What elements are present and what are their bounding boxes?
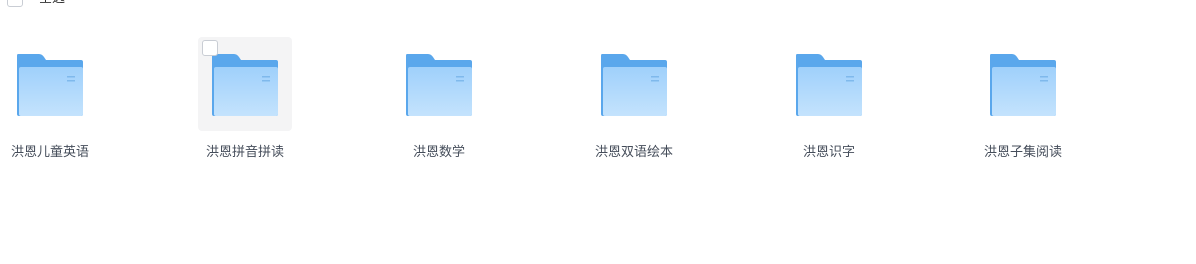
folder-checkbox[interactable] [202, 40, 218, 56]
folder-item[interactable]: 洪恩拼音拼读 [198, 37, 292, 167]
file-browser: 全选 洪恩儿童英语 [0, 0, 1196, 264]
folder-item[interactable]: 洪恩子集阅读 [976, 37, 1070, 167]
folder-name[interactable]: 洪恩识字 [762, 144, 896, 162]
folder-item[interactable]: 洪恩数学 [392, 37, 486, 167]
folder-icon [212, 54, 278, 116]
folder-icon [601, 54, 667, 116]
folder-name[interactable]: 洪恩拼音拼读 [178, 144, 312, 162]
folder-item[interactable]: 洪恩双语绘本 [587, 37, 681, 167]
folder-icon [17, 54, 83, 116]
folder-name[interactable]: 洪恩儿童英语 [0, 144, 117, 162]
folder-icon [990, 54, 1056, 116]
folder-item[interactable]: 洪恩儿童英语 [3, 37, 97, 167]
folder-icon [796, 54, 862, 116]
select-all-checkbox[interactable] [7, 0, 23, 7]
folder-grid: 洪恩儿童英语 洪恩拼音拼读 洪恩数学 洪恩双语绘本 洪恩识字 洪恩子集阅读 [0, 37, 1196, 177]
folder-name[interactable]: 洪恩子集阅读 [956, 144, 1090, 162]
folder-name[interactable]: 洪恩双语绘本 [567, 144, 701, 162]
folder-icon [406, 54, 472, 116]
select-all[interactable]: 全选 [7, 0, 65, 8]
folder-item[interactable]: 洪恩识字 [782, 37, 876, 167]
select-all-label: 全选 [39, 0, 65, 8]
folder-name[interactable]: 洪恩数学 [372, 144, 506, 162]
